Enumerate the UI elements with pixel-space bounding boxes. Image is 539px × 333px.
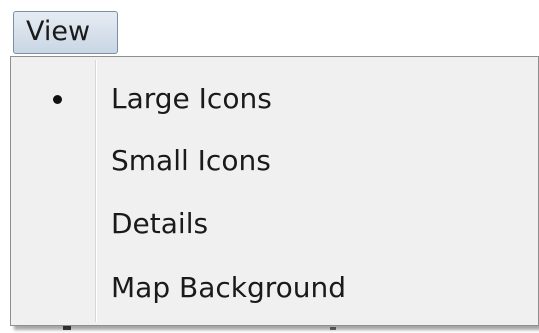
view-menu-button[interactable]: View xyxy=(13,11,118,54)
menu-item-small-icons[interactable]: Small Icons xyxy=(13,130,536,192)
menu-item-label: Small Icons xyxy=(111,144,271,177)
menu-item-large-icons[interactable]: Large Icons xyxy=(13,68,536,130)
menu-item-map-background[interactable]: Map Background xyxy=(13,257,536,319)
radio-bullet-icon xyxy=(53,95,62,104)
menu-item-label: Details xyxy=(111,207,209,240)
background-fragment xyxy=(330,327,336,330)
menu-item-label: Map Background xyxy=(111,271,347,304)
menu-item-label: Large Icons xyxy=(111,82,272,115)
menu-item-details[interactable]: Details xyxy=(13,193,536,255)
background-fragment xyxy=(63,326,71,330)
view-menu-label: View xyxy=(26,16,91,47)
view-dropdown-menu: Large Icons Small Icons Details Map Back… xyxy=(10,56,539,326)
